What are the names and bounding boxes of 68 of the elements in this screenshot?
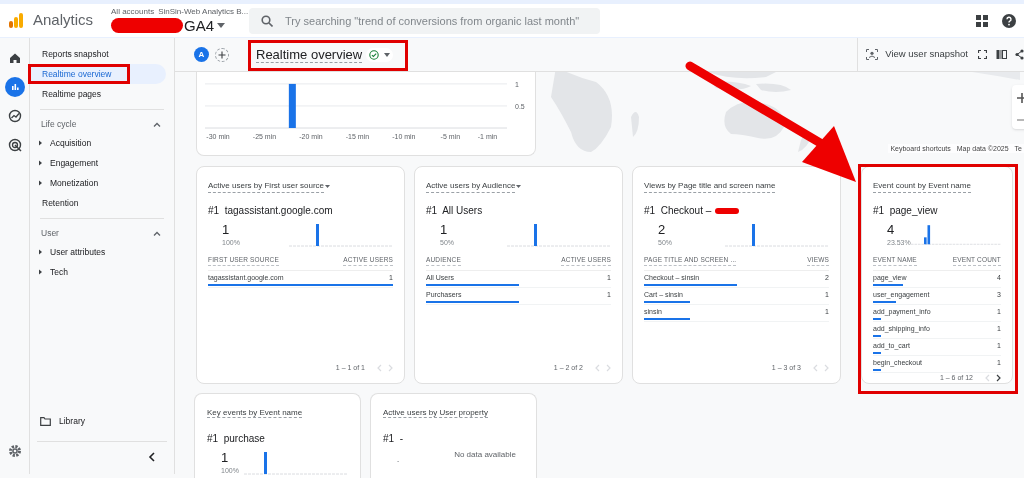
help-icon[interactable] <box>1002 13 1016 28</box>
share-icon[interactable] <box>1015 49 1024 60</box>
fullscreen-icon[interactable] <box>978 50 987 59</box>
account-name: SinSin-Web Analytics B... <box>158 8 249 16</box>
nav-group[interactable]: Monetization <box>30 173 166 193</box>
expand-triangle-icon <box>38 249 43 255</box>
comparison-badge[interactable]: A <box>194 47 209 62</box>
collapse-chevron-icon[interactable] <box>148 452 155 462</box>
card-title[interactable]: Active users by User property <box>383 407 524 419</box>
empty-state-message: No data available <box>454 448 516 461</box>
caret-icon <box>217 23 226 28</box>
next-page-icon[interactable] <box>996 374 1001 382</box>
nav-item[interactable]: Realtime overview <box>30 64 166 84</box>
top-item-label: #1 purchase <box>207 432 266 446</box>
nav-item[interactable]: Retention <box>30 193 166 213</box>
nav-item[interactable]: Reports snapshot <box>30 44 166 64</box>
top-item-label: #1 page_view <box>873 204 938 218</box>
expand-triangle-icon <box>38 160 43 166</box>
trend-chart-icon <box>7 109 22 123</box>
card-title[interactable]: Active users by First user source <box>208 180 393 193</box>
metric-value: 1 <box>222 222 231 237</box>
check-circle-icon <box>369 49 380 60</box>
nav-group[interactable]: Acquisition <box>30 133 166 153</box>
nav-group[interactable]: Engagement <box>30 153 166 173</box>
zoom-in-icon[interactable] <box>1017 93 1024 103</box>
folder-icon <box>40 416 51 426</box>
user-snapshot-icon <box>866 49 879 60</box>
metric-value: 1 <box>221 450 230 465</box>
top-item-label: #1 Checkout – <box>644 204 712 218</box>
property-selector[interactable]: GA4 <box>111 18 242 33</box>
nav-group[interactable]: Tech <box>30 262 166 282</box>
rail-reports-button[interactable] <box>4 77 25 97</box>
library-link[interactable]: Library <box>30 411 150 431</box>
expand-triangle-icon <box>38 140 43 146</box>
nav-section-header[interactable]: Life cycle <box>30 115 175 133</box>
settings-icon[interactable] <box>7 444 22 458</box>
card-title[interactable]: Key events by Event name <box>207 407 348 419</box>
target-icon <box>7 138 22 152</box>
top-item-label: #1 - <box>383 432 404 446</box>
app-name: Analytics <box>33 10 94 31</box>
metric-value: 2 <box>658 222 667 237</box>
card-title[interactable]: Active users by Audience <box>426 180 611 193</box>
chevron-up-icon <box>153 121 161 127</box>
metric-value: 4 <box>887 222 896 237</box>
nav-group[interactable]: User attributes <box>30 242 166 262</box>
home-icon <box>7 51 22 65</box>
expand-triangle-icon <box>38 269 43 275</box>
nav-item[interactable]: Realtime pages <box>30 84 166 104</box>
search-icon <box>261 14 274 27</box>
breadcrumb-link[interactable]: All accounts <box>111 8 155 16</box>
search-field[interactable]: Try searching "trend of conversions from organic last month" <box>249 7 601 34</box>
compare-columns-icon[interactable] <box>996 49 1007 60</box>
expand-triangle-icon <box>38 180 43 186</box>
nav-section-header[interactable]: User <box>30 224 175 242</box>
view-user-snapshot-button[interactable]: View user snapshot <box>866 47 968 62</box>
caret-icon <box>384 52 391 57</box>
card-title[interactable]: Event count by Event name <box>873 180 1001 193</box>
analytics-logo-icon <box>6 10 26 31</box>
report-title: Realtime overview <box>256 46 363 63</box>
chevron-up-icon <box>153 230 161 236</box>
top-item-label: #1 tagassistant.google.com <box>208 204 333 218</box>
status-dropdown[interactable] <box>366 47 394 62</box>
plus-icon <box>218 50 226 59</box>
apps-grid-icon[interactable] <box>976 14 988 27</box>
top-item-label: #1 All Users <box>426 204 483 218</box>
metric-value: 1 <box>440 222 449 237</box>
card-title[interactable]: Views by Page title and screen name <box>644 180 829 193</box>
chart-bar <box>288 83 296 128</box>
